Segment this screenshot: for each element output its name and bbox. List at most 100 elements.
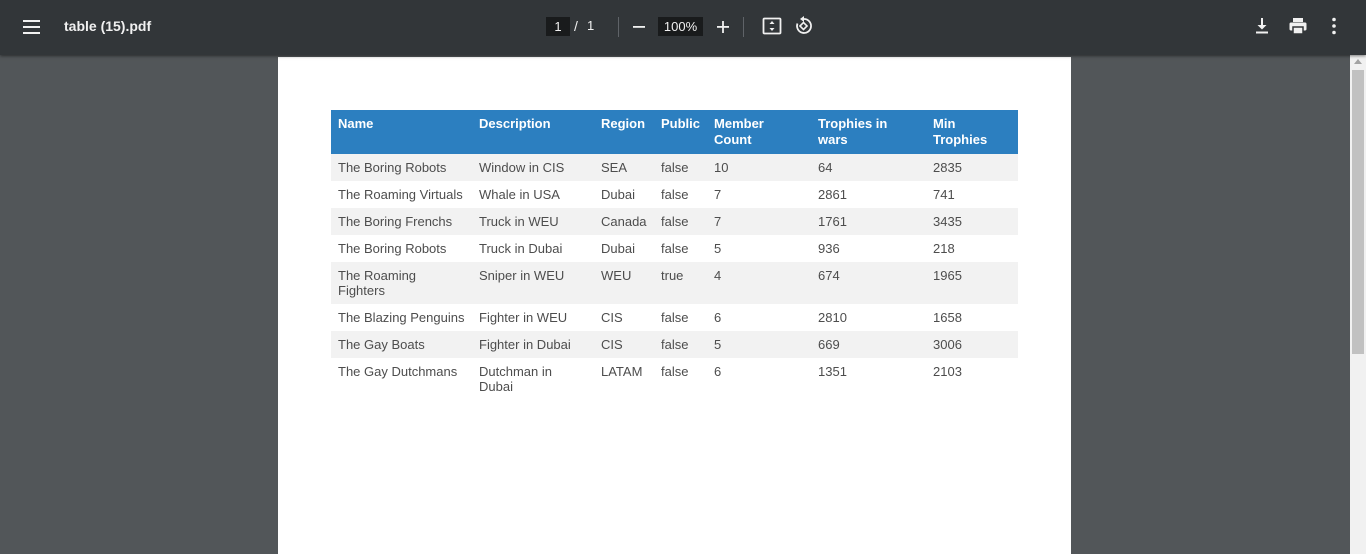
table-header-row: Name Description Region Public Member Co…: [331, 110, 1018, 154]
download-button[interactable]: [1250, 14, 1274, 38]
header-public: Public: [654, 110, 708, 154]
header-min-trophies: Min Trophies: [926, 110, 1018, 154]
cell-region: Canada: [594, 208, 654, 235]
cell-name: The Boring Frenchs: [331, 208, 472, 235]
rotate-button[interactable]: [792, 14, 816, 38]
cell-region: SEA: [594, 154, 654, 181]
cell-name: The Gay Boats: [331, 331, 472, 358]
cell-trophies-in-wars: 674: [811, 262, 927, 304]
menu-icon[interactable]: [20, 16, 44, 40]
minus-icon: [633, 26, 645, 28]
table-row: The Boring Robots Window in CIS SEA fals…: [331, 154, 1018, 181]
cell-region: LATAM: [594, 358, 654, 400]
cell-min-trophies: 741: [926, 181, 1018, 208]
fit-page-icon: [762, 17, 782, 35]
cell-description: Window in CIS: [472, 154, 594, 181]
header-region: Region: [594, 110, 654, 154]
header-member-count: Member Count: [707, 110, 812, 154]
cell-name: The Boring Robots: [331, 154, 472, 181]
data-table: Name Description Region Public Member Co…: [331, 110, 1018, 400]
cell-description: Sniper in WEU: [472, 262, 594, 304]
pdf-page: Name Description Region Public Member Co…: [278, 57, 1071, 554]
cell-public: false: [654, 208, 708, 235]
cell-member-count: 6: [707, 304, 812, 331]
cell-member-count: 4: [707, 262, 812, 304]
print-icon: [1289, 18, 1307, 35]
cell-public: false: [654, 181, 708, 208]
cell-name: The Blazing Penguins: [331, 304, 472, 331]
cell-min-trophies: 2103: [926, 358, 1018, 400]
cell-trophies-in-wars: 936: [811, 235, 927, 262]
cell-region: Dubai: [594, 181, 654, 208]
cell-trophies-in-wars: 1351: [811, 358, 927, 400]
download-icon: [1256, 18, 1268, 34]
page-number-input[interactable]: [546, 17, 570, 36]
cell-description: Fighter in Dubai: [472, 331, 594, 358]
rotate-icon: [796, 16, 812, 34]
cell-name: The Gay Dutchmans: [331, 358, 472, 400]
page-total: 1: [587, 18, 595, 33]
cell-member-count: 7: [707, 181, 812, 208]
table-row: The Boring Robots Truck in Dubai Dubai f…: [331, 235, 1018, 262]
cell-member-count: 5: [707, 331, 812, 358]
pdf-viewer[interactable]: Name Description Region Public Member Co…: [0, 55, 1350, 554]
toolbar-divider: [743, 17, 744, 37]
zoom-out-button[interactable]: [627, 15, 651, 39]
cell-min-trophies: 1658: [926, 304, 1018, 331]
cell-trophies-in-wars: 2861: [811, 181, 927, 208]
cell-name: The Roaming Virtuals: [331, 181, 472, 208]
page-separator: /: [574, 18, 578, 34]
table-row: The Gay Boats Fighter in Dubai CIS false…: [331, 331, 1018, 358]
more-options-button[interactable]: [1322, 14, 1346, 38]
header-description: Description: [472, 110, 594, 154]
document-title: table (15).pdf: [64, 18, 152, 34]
cell-public: false: [654, 154, 708, 181]
fit-page-button[interactable]: [760, 14, 784, 38]
table-row: The Roaming Virtuals Whale in USA Dubai …: [331, 181, 1018, 208]
cell-trophies-in-wars: 669: [811, 331, 927, 358]
cell-region: CIS: [594, 331, 654, 358]
cell-description: Truck in Dubai: [472, 235, 594, 262]
cell-description: Fighter in WEU: [472, 304, 594, 331]
scrollbar-thumb[interactable]: [1352, 70, 1364, 354]
cell-description: Dutchman in Dubai: [472, 358, 594, 400]
table-row: The Boring Frenchs Truck in WEU Canada f…: [331, 208, 1018, 235]
header-trophies-in-wars: Trophies in wars: [811, 110, 927, 154]
cell-description: Whale in USA: [472, 181, 594, 208]
cell-public: true: [654, 262, 708, 304]
cell-member-count: 6: [707, 358, 812, 400]
cell-min-trophies: 3435: [926, 208, 1018, 235]
table-row: The Blazing Penguins Fighter in WEU CIS …: [331, 304, 1018, 331]
cell-min-trophies: 3006: [926, 331, 1018, 358]
cell-name: The Boring Robots: [331, 235, 472, 262]
cell-member-count: 7: [707, 208, 812, 235]
cell-region: CIS: [594, 304, 654, 331]
header-name: Name: [331, 110, 472, 154]
cell-description: Truck in WEU: [472, 208, 594, 235]
cell-trophies-in-wars: 64: [811, 154, 927, 181]
cell-public: false: [654, 304, 708, 331]
table-row: The Roaming Fighters Sniper in WEU WEU t…: [331, 262, 1018, 304]
vertical-scrollbar[interactable]: [1350, 55, 1366, 554]
cell-min-trophies: 1965: [926, 262, 1018, 304]
more-vert-icon: [1332, 17, 1336, 35]
cell-min-trophies: 2835: [926, 154, 1018, 181]
cell-trophies-in-wars: 2810: [811, 304, 927, 331]
plus-icon: [717, 21, 729, 33]
cell-member-count: 5: [707, 235, 812, 262]
cell-public: false: [654, 358, 708, 400]
cell-region: WEU: [594, 262, 654, 304]
cell-region: Dubai: [594, 235, 654, 262]
cell-member-count: 10: [707, 154, 812, 181]
cell-min-trophies: 218: [926, 235, 1018, 262]
print-button[interactable]: [1286, 14, 1310, 38]
toolbar-divider: [618, 17, 619, 37]
zoom-in-button[interactable]: [711, 15, 735, 39]
cell-trophies-in-wars: 1761: [811, 208, 927, 235]
cell-public: false: [654, 331, 708, 358]
cell-public: false: [654, 235, 708, 262]
table-row: The Gay Dutchmans Dutchman in Dubai LATA…: [331, 358, 1018, 400]
scroll-up-arrow-icon[interactable]: [1354, 59, 1362, 64]
pdf-toolbar: table (15).pdf / 1: [0, 0, 1366, 55]
zoom-input[interactable]: [658, 17, 703, 36]
